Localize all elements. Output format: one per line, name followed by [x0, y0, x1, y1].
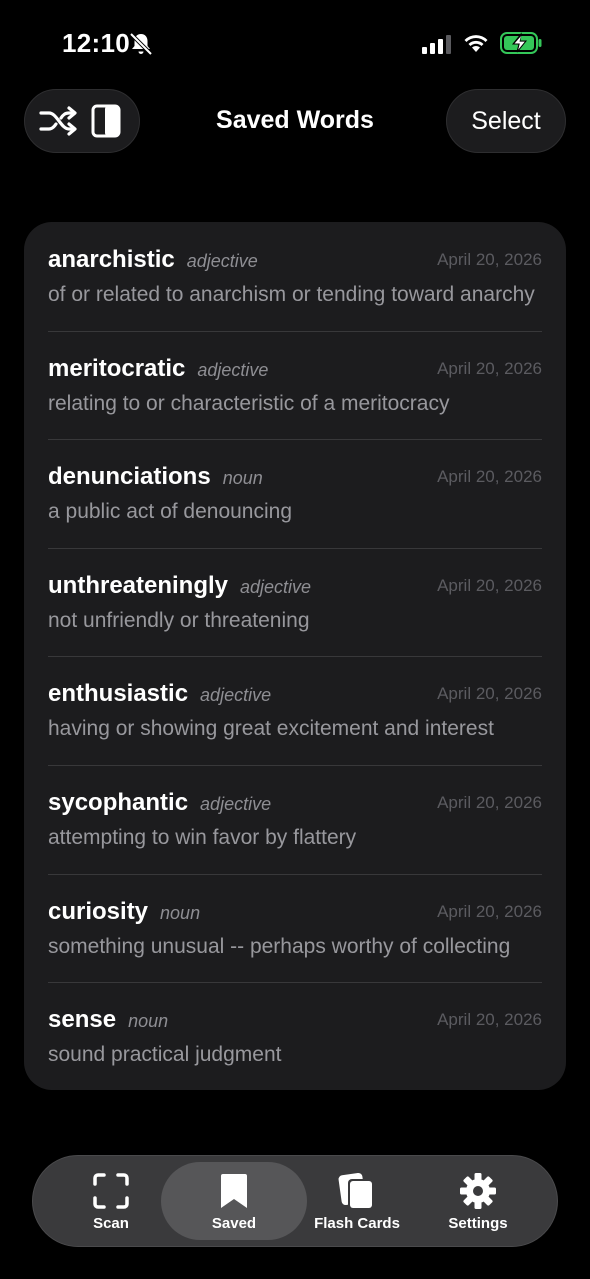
part-of-speech: adjective: [186, 251, 258, 271]
tab-flash-cards[interactable]: Flash Cards: [305, 1156, 409, 1246]
word-row[interactable]: unthreateningly adjective April 20, 2026 no…: [24, 547, 566, 657]
status-time: 12:10: [62, 28, 130, 58]
word-text: sense: [48, 1006, 117, 1034]
select-button[interactable]: Select: [446, 89, 566, 153]
part-of-speech: noun: [160, 902, 201, 923]
saved-words-list: anarchistic adjective April 20, 2026 of or …: [24, 222, 566, 1090]
word-heading: meritocratic adjective: [48, 355, 268, 383]
word-definition: attempting to win favor by flattery: [48, 825, 357, 849]
tab-bar: Scan Saved Flash Cards Settings: [32, 1155, 558, 1247]
word-text: anarchistic: [48, 246, 175, 273]
bookmark-icon: [221, 1173, 247, 1208]
word-heading: sycophantic adjective: [48, 789, 271, 817]
word-definition: sound practical judgment: [48, 1043, 282, 1067]
saved-date: April 20, 2026: [437, 792, 542, 812]
bell-slash-icon: [129, 32, 153, 56]
battery-charging-icon: [500, 32, 542, 54]
word-definition: having or showing great excitement and i…: [48, 717, 494, 741]
word-row[interactable]: enthusiastic adjective April 20, 2026 havin…: [24, 656, 566, 765]
word-row[interactable]: denunciations noun April 20, 2026 a public …: [24, 439, 566, 548]
word-row[interactable]: curiosity noun April 20, 2026 something unu…: [24, 873, 566, 983]
part-of-speech: adjective: [200, 685, 272, 706]
tab-scan[interactable]: Scan: [71, 1156, 151, 1246]
word-row[interactable]: anarchistic adjective April 20, 2026 of or …: [24, 222, 566, 331]
word-text: curiosity: [48, 897, 149, 925]
word-heading: enthusiastic adjective: [48, 680, 271, 708]
gear-icon: [460, 1172, 496, 1209]
word-heading: sense noun: [48, 1006, 168, 1034]
saved-words-screen: 12:10 Saved Words Select anarchistic adj…: [0, 0, 590, 1279]
part-of-speech: adjective: [200, 793, 272, 814]
tab-saved[interactable]: Saved: [161, 1162, 307, 1240]
part-of-speech: adjective: [240, 576, 312, 597]
word-heading: curiosity noun: [48, 898, 200, 926]
word-heading: unthreateningly adjective: [48, 572, 311, 600]
scan-icon: [93, 1172, 129, 1209]
word-definition: of or related to anarchism or tending to…: [48, 283, 535, 306]
saved-date: April 20, 2026: [437, 467, 542, 487]
word-text: sycophantic: [48, 788, 189, 816]
word-definition: relating to or characteristic of a merit…: [48, 391, 450, 415]
word-row[interactable]: meritocratic adjective April 20, 2026 relat…: [24, 330, 566, 440]
word-text: denunciations: [48, 463, 211, 491]
tab-label: Scan: [93, 1214, 129, 1232]
word-definition: something unusual -- perhaps worthy of c…: [48, 934, 511, 958]
word-heading: denunciations noun: [48, 463, 263, 491]
word-text: enthusiastic: [48, 680, 189, 708]
wifi-icon: [464, 35, 488, 52]
tab-label: Flash Cards: [314, 1214, 400, 1232]
word-text: meritocratic: [48, 354, 186, 382]
saved-date: April 20, 2026: [437, 1010, 542, 1030]
saved-date: April 20, 2026: [437, 901, 542, 921]
cellular-signal-icon: [422, 35, 451, 54]
word-definition: a public act of denouncing: [48, 500, 293, 524]
part-of-speech: noun: [128, 1011, 169, 1032]
saved-date: April 20, 2026: [437, 684, 542, 704]
part-of-speech: noun: [222, 468, 263, 489]
tab-settings[interactable]: Settings: [435, 1156, 521, 1246]
saved-date: April 20, 2026: [437, 250, 542, 269]
word-heading: anarchistic adjective: [48, 246, 258, 274]
tab-label: Saved: [211, 1214, 257, 1232]
word-definition: not unfriendly or threatening: [48, 608, 310, 632]
word-row[interactable]: sense noun April 20, 2026 sound practical j…: [24, 982, 566, 1090]
status-bar: 12:10: [0, 0, 590, 88]
saved-date: April 20, 2026: [437, 358, 542, 378]
tab-label: Settings: [448, 1214, 508, 1232]
word-text: unthreateningly: [48, 571, 229, 599]
saved-date: April 20, 2026: [437, 575, 542, 595]
flash-cards-icon: [338, 1172, 374, 1210]
word-row[interactable]: sycophantic adjective April 20, 2026 attemp…: [24, 764, 566, 874]
part-of-speech: adjective: [197, 359, 269, 380]
